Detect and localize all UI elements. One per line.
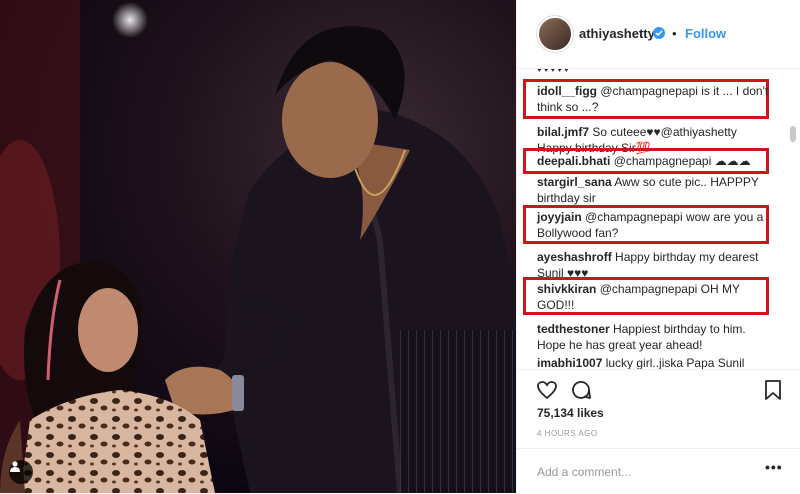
comment-text: Aww so cute pic.. HAPPPY xyxy=(611,175,759,189)
post-photo[interactable] xyxy=(0,0,516,493)
comment-text: @champagnepapi OH MY xyxy=(596,282,740,296)
header-separator: • xyxy=(672,26,677,41)
comment-username[interactable]: tedthestoner xyxy=(537,322,610,336)
comment-text: Happy birthday my dearest xyxy=(611,250,759,264)
comment-item: tedthestoner Happiest birthday to him. H… xyxy=(537,321,773,353)
comment-text: Happiest birthday to him. xyxy=(609,322,746,336)
header-username[interactable]: athiyashetty xyxy=(579,26,655,41)
bookmark-icon[interactable] xyxy=(761,378,785,402)
comment-username[interactable]: shivkkiran xyxy=(537,282,596,296)
photo-illustration xyxy=(0,0,516,493)
add-comment-input[interactable] xyxy=(535,461,759,483)
post-side-panel: athiyashetty • Follow ♥♥♥♥♥ idoll__figg … xyxy=(516,0,800,493)
partial-comment: ♥♥♥♥♥ xyxy=(537,69,571,74)
post-timestamp: 4 HOURS AGO xyxy=(537,429,598,438)
comment-item: idoll__figg @champagnepapi is it ... I d… xyxy=(537,83,773,115)
instagram-post-view: athiyashetty • Follow ♥♥♥♥♥ idoll__figg … xyxy=(0,0,800,493)
comment-username[interactable]: joyyjain xyxy=(537,210,582,224)
comment-username[interactable]: stargirl_sana xyxy=(537,175,612,189)
comment-username[interactable]: imabhi1007 xyxy=(537,356,602,369)
comment-scrollbar[interactable] xyxy=(788,120,798,370)
heart-outline-icon[interactable] xyxy=(535,378,559,402)
comment-text: So cuteee♥♥@athiyashetty xyxy=(589,125,737,139)
avatar[interactable] xyxy=(537,16,573,52)
scrollbar-thumb[interactable] xyxy=(790,126,796,142)
follow-button[interactable]: Follow xyxy=(685,26,726,41)
comment-text: @champagnepapi is it ... I don't xyxy=(597,84,769,98)
comment-text: @champagnepapi wow are you a xyxy=(581,210,764,224)
comment-username[interactable]: deepali.bhati xyxy=(537,154,610,168)
comment-list[interactable]: ♥♥♥♥♥ idoll__figg @champagnepapi is it .… xyxy=(517,69,797,369)
comment-item: stargirl_sana Aww so cute pic.. HAPPPY b… xyxy=(537,174,773,206)
likes-count[interactable]: 75,134 likes xyxy=(537,406,604,420)
comment-item: joyyjain @champagnepapi wow are you a Bo… xyxy=(537,209,773,241)
add-comment-bar: ••• xyxy=(517,448,800,494)
verified-badge-icon xyxy=(653,27,665,39)
action-bar xyxy=(517,369,800,410)
comment-item: deepali.bhati @champagnepapi ☁☁☁ xyxy=(537,153,773,169)
comment-username[interactable]: ayeshashroff xyxy=(537,250,612,264)
post-header: athiyashetty • Follow xyxy=(517,0,800,69)
user-tag-icon[interactable] xyxy=(9,460,33,484)
comment-text: GOD!!! xyxy=(537,298,575,312)
comment-text: lucky girl..jiska Papa Sunil xyxy=(602,356,745,369)
comment-item: imabhi1007 lucky girl..jiska Papa Sunil xyxy=(537,355,773,369)
comment-text: Bollywood fan? xyxy=(537,226,619,240)
comment-username[interactable]: bilal.jmf7 xyxy=(537,125,589,139)
comment-item: shivkkiran @champagnepapi OH MY GOD!!! xyxy=(537,281,773,313)
comment-text: @champagnepapi ☁☁☁ xyxy=(610,154,751,168)
comment-username[interactable]: idoll__figg xyxy=(537,84,597,98)
comment-text: Hope he has great year ahead! xyxy=(537,338,703,352)
comment-text: birthday sir xyxy=(537,191,596,205)
more-options-button[interactable]: ••• xyxy=(765,459,783,475)
comment-text: think so ...? xyxy=(537,100,599,114)
comment-bubble-icon[interactable] xyxy=(569,378,593,402)
